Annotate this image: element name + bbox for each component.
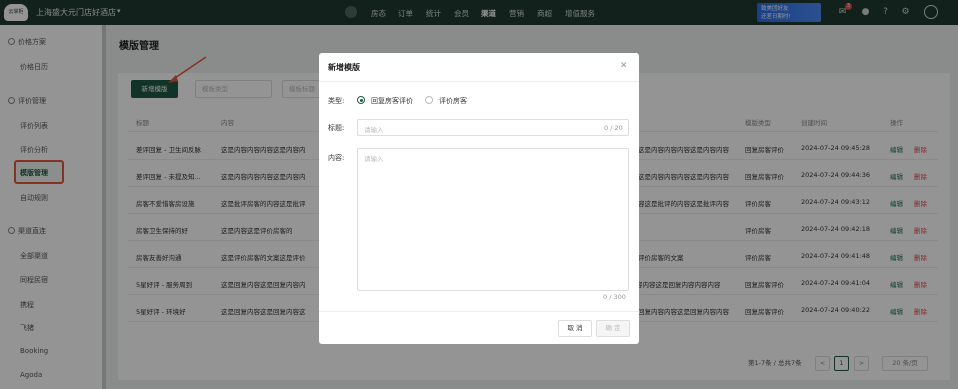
cancel-button[interactable]: 取 消	[558, 320, 592, 337]
dialog-footer-divider	[319, 311, 639, 312]
radio-review-guest[interactable]	[425, 96, 433, 104]
type-label: 类型:	[328, 97, 345, 105]
content-placeholder: 请输入	[364, 155, 384, 163]
title-input[interactable]: 请输入 0 / 20	[357, 119, 629, 136]
add-template-dialog: 新增模版 ✕ 类型: 回复房客评价 评价房客 标题: 请输入 0 / 20 内容…	[319, 53, 639, 344]
content-char-count: 0 / 300	[603, 293, 626, 301]
title-char-count: 0 / 20	[604, 124, 623, 132]
content-label: 内容:	[328, 154, 345, 162]
confirm-button[interactable]: 确 定	[596, 320, 630, 337]
dialog-title: 新增模版	[328, 63, 360, 72]
title-label: 标题:	[328, 124, 345, 132]
title-placeholder: 请输入	[364, 126, 384, 134]
radio-review-guest-label[interactable]: 评价房客	[439, 96, 467, 106]
content-textarea[interactable]: 请输入	[357, 148, 629, 291]
radio-reply-guest-review[interactable]	[357, 96, 365, 104]
close-icon[interactable]: ✕	[620, 61, 628, 71]
radio-reply-guest-review-label[interactable]: 回复房客评价	[371, 96, 413, 106]
dialog-header-divider	[319, 81, 639, 82]
